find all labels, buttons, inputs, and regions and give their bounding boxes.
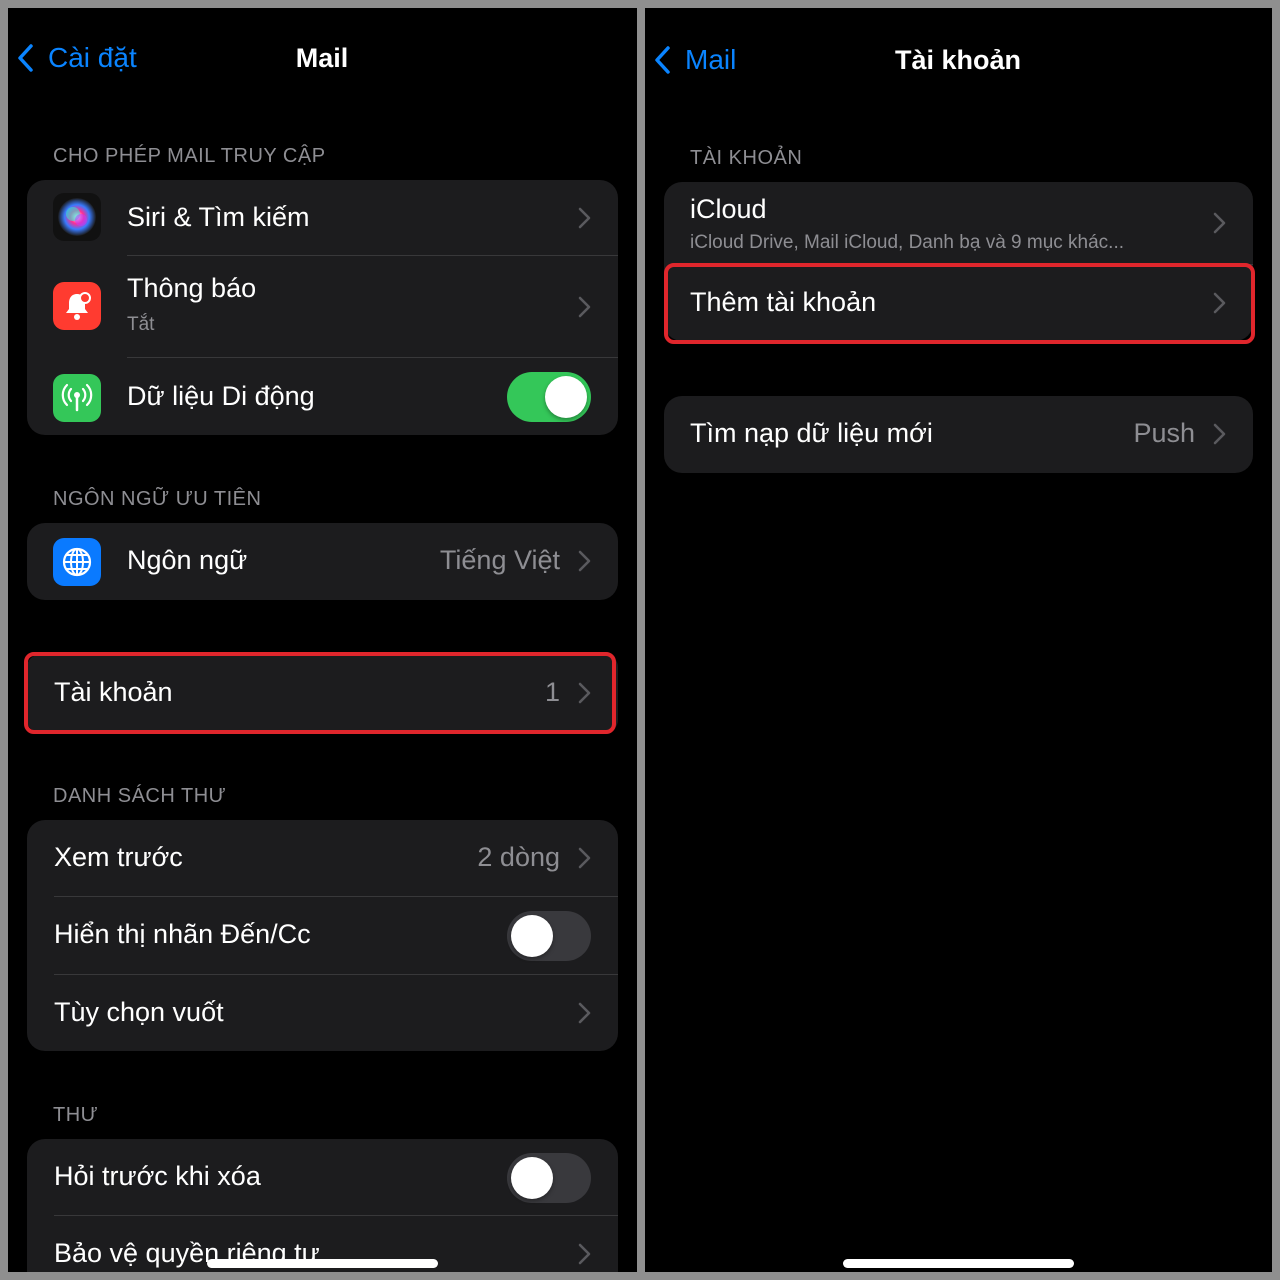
home-indicator[interactable] [207,1259,438,1268]
notification-bell-icon [53,282,101,330]
add-account-label: Thêm tài khoản [690,287,877,317]
mail-settings-screen: Cài đặt Mail CHO PHÉP MAIL TRUY CẬP Siri… [8,8,637,1272]
toggle-knob [511,1157,553,1199]
notifications-label: Thông báo [127,273,257,303]
fetch-group: Tìm nạp dữ liệu mới Push [664,396,1253,473]
language-label: Ngôn ngữ [127,545,248,575]
ask-before-delete-row: Hỏi trước khi xóa [27,1139,618,1215]
accounts-group: Tài khoản 1 [27,655,618,732]
siri-icon [53,193,101,241]
accounts-screen: Mail Tài khoản TÀI KHOẢN iCloud iCloud D… [645,8,1272,1272]
swipe-options-row[interactable]: Tùy chọn vuốt [27,975,618,1051]
page-title: Tài khoản [894,45,1022,75]
chevron-right-icon [1213,212,1226,234]
toggle-knob [545,376,587,418]
ask-before-delete-toggle[interactable] [507,1153,591,1203]
siri-search-label: Siri & Tìm kiếm [127,202,310,232]
chevron-right-icon [578,1002,591,1024]
globe-icon [53,538,101,586]
icloud-label: iCloud [690,194,767,224]
icloud-account-row[interactable]: iCloud iCloud Drive, Mail iCloud, Danh b… [664,182,1253,264]
language-row[interactable]: Ngôn ngữ Tiếng Việt [27,523,618,600]
fetch-new-data-label: Tìm nạp dữ liệu mới [690,418,933,448]
chevron-right-icon [578,682,591,704]
accounts-label: Tài khoản [54,677,173,707]
accounts-list-group: iCloud iCloud Drive, Mail iCloud, Danh b… [664,182,1253,341]
chevron-right-icon [1213,292,1226,314]
page-title: Mail [295,43,349,73]
messages-group: Hỏi trước khi xóa Bảo vệ quyền riêng tư [27,1139,618,1272]
preview-row[interactable]: Xem trước 2 dòng [27,820,618,896]
home-indicator[interactable] [843,1259,1074,1268]
cellular-antenna-icon [53,374,101,422]
show-to-cc-toggle[interactable] [507,911,591,961]
section-header-messages: THƯ [53,1104,99,1126]
section-header-accounts: TÀI KHOẢN [690,147,803,169]
chevron-left-icon [18,44,33,72]
back-button-settings[interactable]: Cài đặt [16,42,137,74]
section-header-language: NGÔN NGỮ ƯU TIÊN [53,488,262,510]
chevron-right-icon [1213,423,1226,445]
chevron-right-icon [578,296,591,318]
back-button-mail[interactable]: Mail [653,44,736,76]
notifications-value: Tắt [127,314,155,335]
language-value: Tiếng Việt [439,545,560,575]
section-header-allow-access: CHO PHÉP MAIL TRUY CẬP [53,145,326,167]
language-group: Ngôn ngữ Tiếng Việt [27,523,618,600]
accounts-row[interactable]: Tài khoản 1 [27,655,618,732]
swipe-options-label: Tùy chọn vuốt [54,997,224,1027]
chevron-right-icon [578,847,591,869]
back-label: Mail [685,44,737,75]
back-label: Cài đặt [48,42,137,73]
icloud-detail: iCloud Drive, Mail iCloud, Danh bạ và 9 … [690,232,1125,253]
cellular-data-row: Dữ liệu Di động [27,358,618,435]
preview-label: Xem trước [54,842,183,872]
chevron-right-icon [578,207,591,229]
toggle-knob [511,915,553,957]
siri-search-row[interactable]: Siri & Tìm kiếm [27,180,618,255]
cellular-data-label: Dữ liệu Di động [127,381,315,411]
preview-value: 2 dòng [477,842,560,872]
section-header-message-list: DANH SÁCH THƯ [53,785,227,807]
add-account-row[interactable]: Thêm tài khoản [664,265,1253,341]
accounts-count: 1 [544,677,560,707]
ask-before-delete-label: Hỏi trước khi xóa [54,1161,261,1191]
show-to-cc-label: Hiển thị nhãn Đến/Cc [54,919,311,949]
chevron-left-icon [655,46,670,74]
notifications-row[interactable]: Thông báo Tắt [27,256,618,357]
show-to-cc-row: Hiển thị nhãn Đến/Cc [27,897,618,974]
chevron-right-icon [578,550,591,572]
fetch-new-data-row[interactable]: Tìm nạp dữ liệu mới Push [664,396,1253,473]
message-list-group: Xem trước 2 dòng Hiển thị nhãn Đến/Cc Tù… [27,820,618,1051]
fetch-new-data-value: Push [1133,418,1195,448]
allow-access-group: Siri & Tìm kiếm Thông báo Tắt Dữ liệu Di… [27,180,618,435]
cellular-data-toggle[interactable] [507,372,591,422]
chevron-right-icon [578,1243,591,1265]
